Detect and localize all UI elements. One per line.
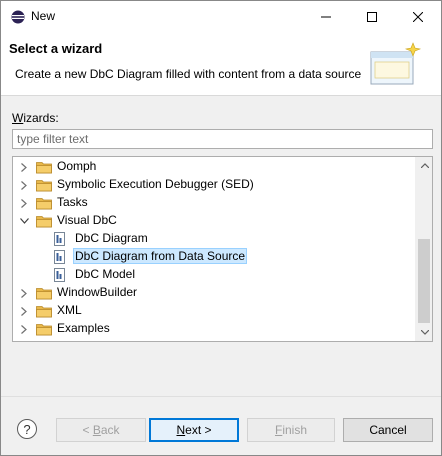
tree-item-label: DbC Diagram [75, 231, 148, 245]
tree-item[interactable]: XML [13, 302, 417, 320]
new-wizard-dialog: New Select a wizard Create a new DbC Dia… [0, 0, 442, 456]
tree-item[interactable]: Symbolic Execution Debugger (SED) [13, 176, 417, 194]
page-description: Create a new DbC Diagram filled with con… [15, 67, 362, 81]
dbc-diagram-icon [53, 232, 69, 246]
wizard-banner-icon [370, 42, 422, 85]
window-title: New [31, 9, 56, 23]
chevron-down-icon[interactable] [19, 216, 29, 226]
tree-item[interactable]: Oomph [13, 158, 417, 176]
tree-item[interactable]: Visual DbC [13, 212, 417, 230]
help-button[interactable]: ? [17, 419, 37, 439]
chevron-right-icon[interactable] [19, 198, 29, 208]
folder-icon [36, 196, 52, 210]
folder-icon [36, 322, 52, 336]
footer-separator [1, 396, 441, 397]
tree-item-label: Oomph [57, 159, 97, 173]
tree-item-label: Symbolic Execution Debugger (SED) [57, 177, 254, 191]
chevron-right-icon[interactable] [19, 306, 29, 316]
folder-icon [36, 214, 52, 228]
chevron-down-icon [420, 330, 429, 335]
folder-icon [36, 178, 52, 192]
chevron-right-icon[interactable] [19, 180, 29, 190]
folder-icon [36, 286, 52, 300]
finish-button[interactable]: Finish [247, 418, 335, 442]
tree-item[interactable]: WindowBuilder [13, 284, 417, 302]
tree-item-label: Tasks [57, 195, 88, 209]
wizards-label: Wizards: [12, 111, 59, 125]
minimize-icon [321, 16, 331, 17]
maximize-icon [367, 11, 377, 22]
eclipse-icon [11, 10, 25, 24]
chevron-right-icon[interactable] [19, 288, 29, 298]
tree-item[interactable]: Tasks [13, 194, 417, 212]
tree-item-label: XML [57, 303, 82, 317]
cancel-button[interactable]: Cancel [343, 418, 433, 442]
minimize-button[interactable] [303, 1, 349, 32]
tree-item[interactable]: Examples [13, 320, 417, 338]
scroll-down-button[interactable] [416, 324, 432, 341]
tree-item-label: DbC Diagram from Data Source [73, 248, 248, 264]
title-bar[interactable]: New [1, 1, 441, 32]
next-button[interactable]: Next > [149, 418, 239, 442]
tree-item-label: Examples [57, 321, 110, 335]
chevron-up-icon [420, 163, 429, 168]
dbc-diagram-icon [53, 250, 69, 264]
dbc-diagram-icon [53, 268, 69, 282]
tree-item[interactable]: DbC Diagram from Data Source [13, 248, 417, 266]
close-icon [413, 11, 423, 22]
tree-item[interactable]: DbC Diagram [13, 230, 417, 248]
back-button[interactable]: < Back [56, 418, 146, 442]
folder-icon [36, 304, 52, 318]
scrollbar-thumb[interactable] [418, 239, 430, 323]
chevron-right-icon[interactable] [19, 324, 29, 334]
scroll-up-button[interactable] [416, 157, 432, 174]
filter-input[interactable] [12, 129, 433, 149]
page-title: Select a wizard [9, 41, 103, 56]
tree-item-label: WindowBuilder [57, 285, 138, 299]
close-button[interactable] [395, 1, 441, 32]
chevron-right-icon[interactable] [19, 162, 29, 172]
maximize-button[interactable] [349, 1, 395, 32]
tree-item-label: Visual DbC [57, 213, 117, 227]
tree-item-label: DbC Model [75, 267, 136, 281]
tree-item[interactable]: DbC Model [13, 266, 417, 284]
vertical-scrollbar[interactable] [415, 157, 432, 341]
folder-icon [36, 160, 52, 174]
wizard-tree[interactable]: Oomph Symbolic Execution Debugger (SED) Ta… [12, 156, 433, 342]
wizard-banner: Select a wizard Create a new DbC Diagram… [1, 32, 441, 96]
